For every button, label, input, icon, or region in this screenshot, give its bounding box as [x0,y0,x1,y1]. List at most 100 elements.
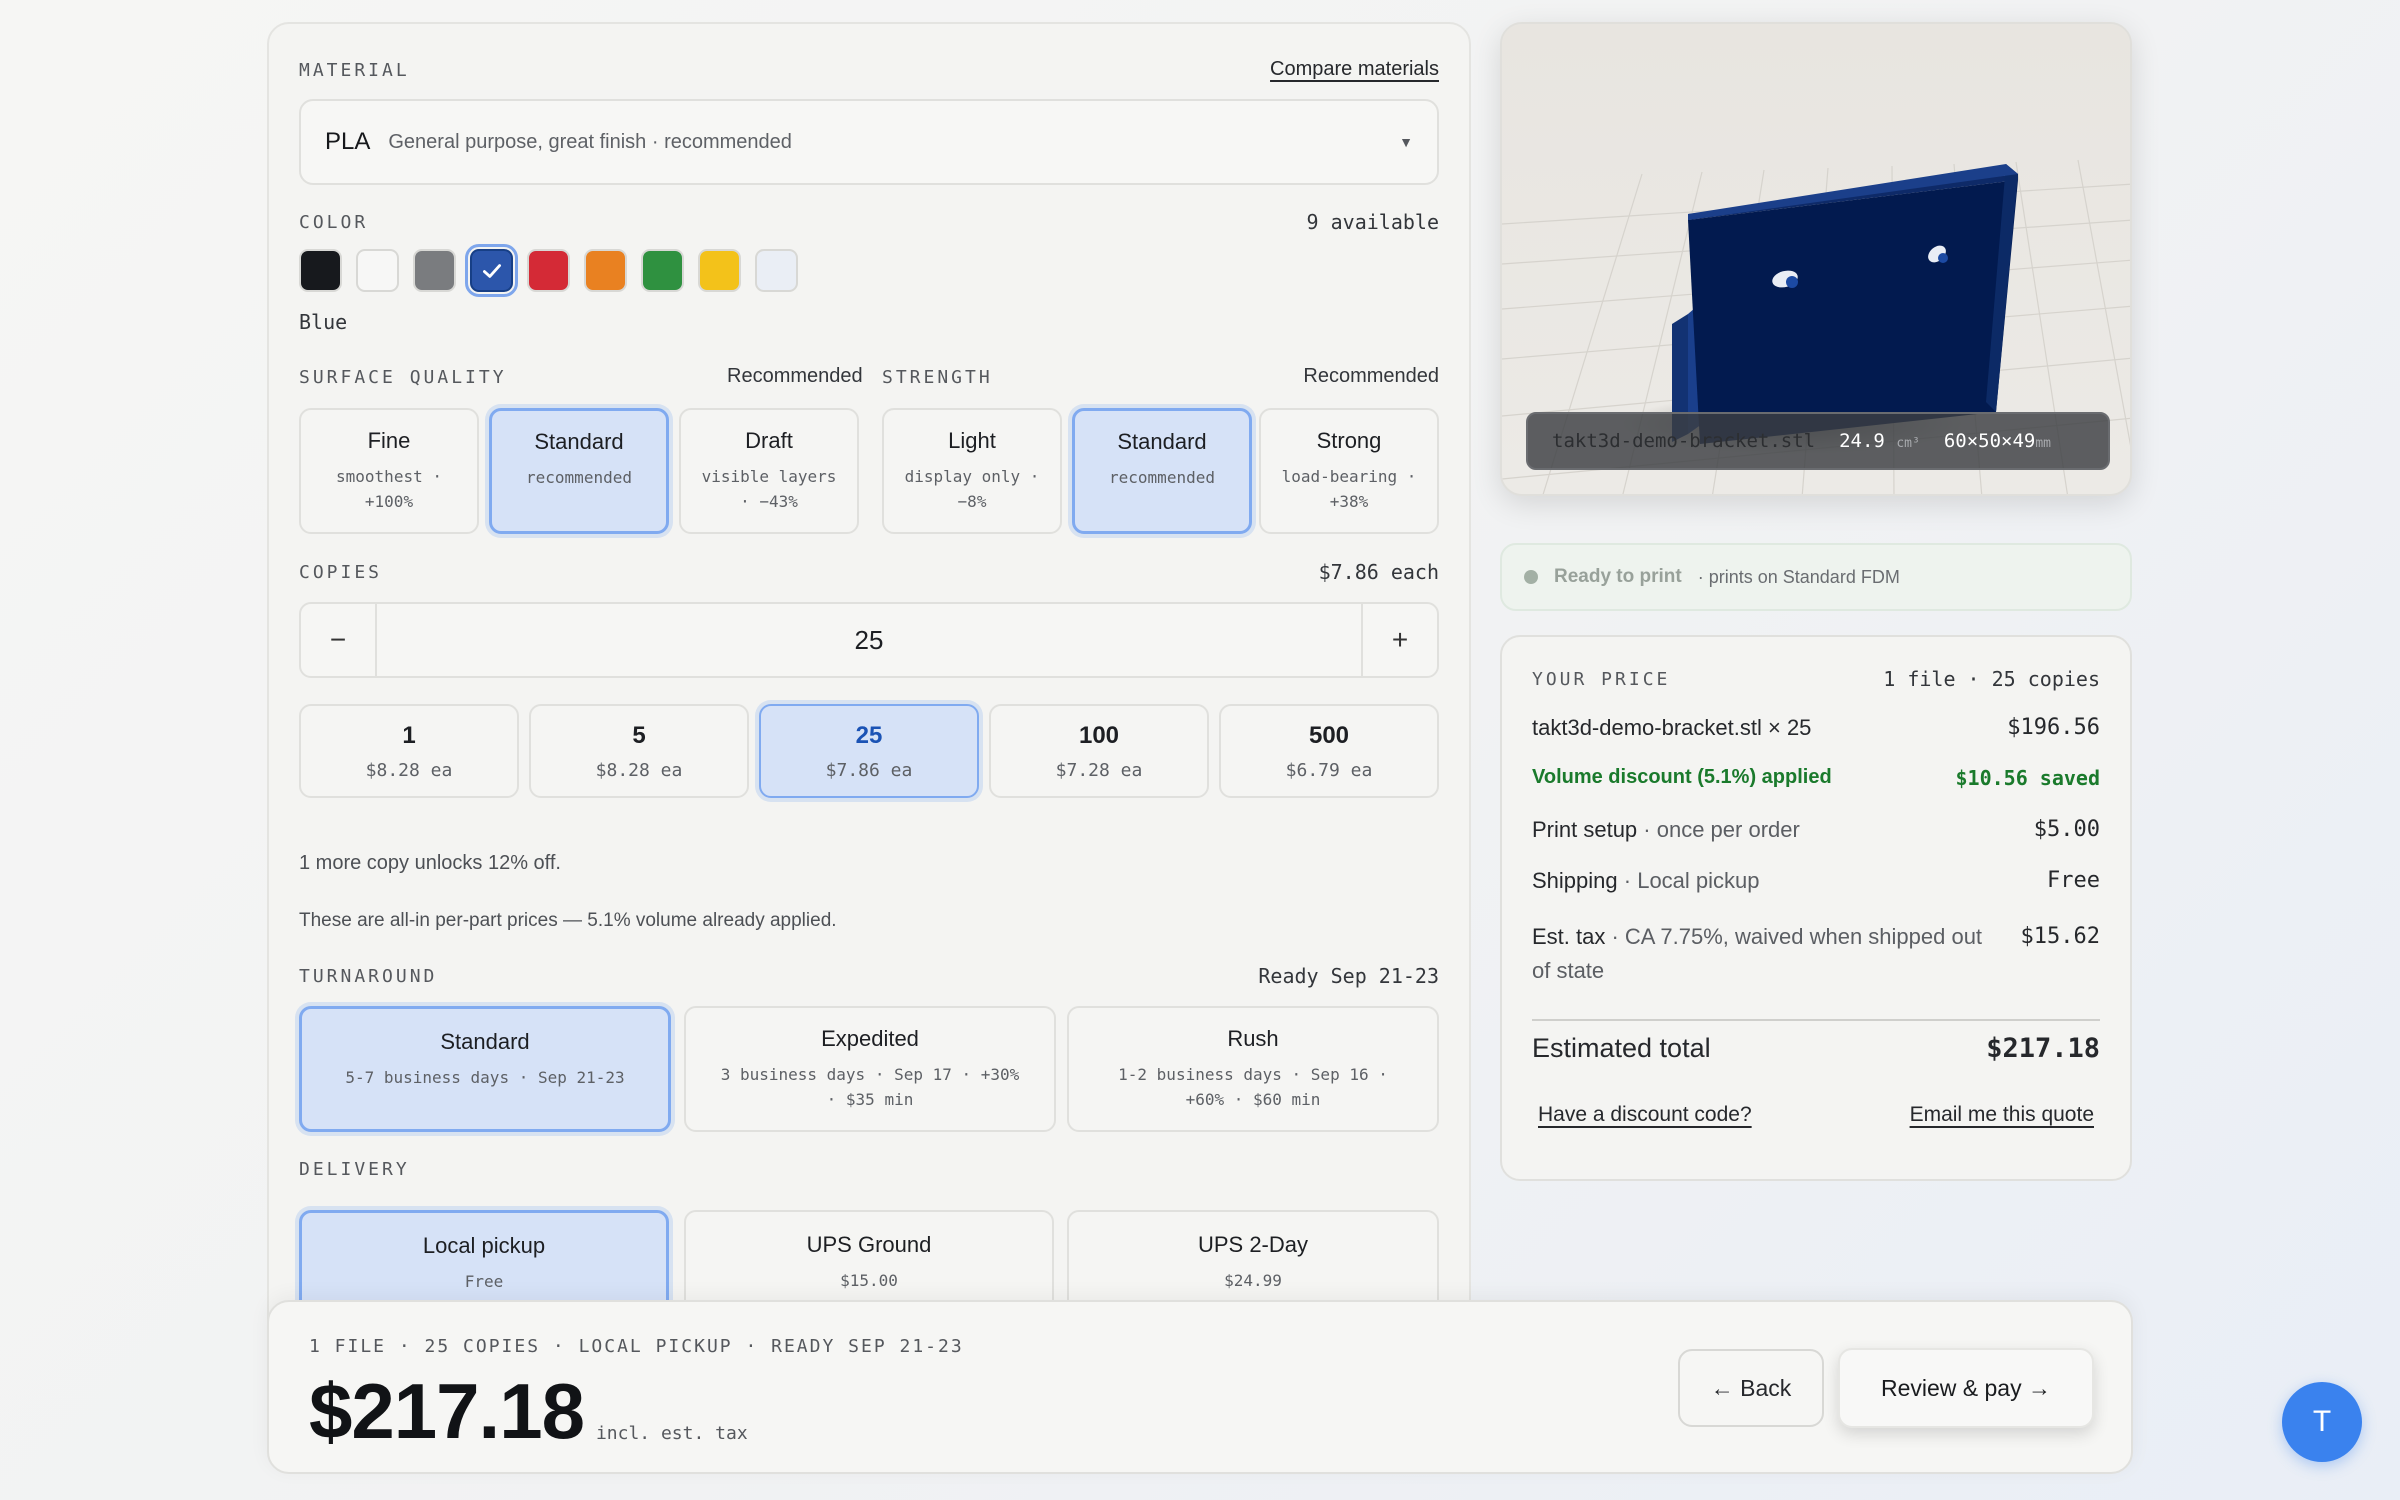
surface-quality-label: SURFACE QUALITY [299,367,507,388]
tier-price: $8.28 ea [365,760,453,781]
color-swatch[interactable] [465,244,518,297]
decrement-button[interactable]: − [301,604,377,676]
model-preview[interactable]: takt3d-demo-bracket.stl 24.9 cm³ 60×50×4… [1500,22,2132,496]
file-dimensions: 60×50×49mm [1943,430,2051,452]
quantity-tier-100[interactable]: 100 $7.28 ea [989,704,1209,798]
material-name: PLA [325,128,371,155]
option-subtitle: · $35 min [826,1090,914,1109]
footer-tax-note: incl. est. tax [595,1423,748,1444]
compare-materials-link[interactable]: Compare materials [1270,58,1439,81]
option-subtitle: display only · [904,467,1040,486]
strength-hint: Recommended [1303,365,1439,387]
back-button[interactable]: ← Back [1678,1349,1824,1427]
status-subtitle: · prints on Standard FDM [1697,566,1900,587]
turnaround-option-expedited[interactable]: Expedited 3 business days · Sep 17 · +30… [684,1006,1056,1132]
increment-button[interactable]: + [1361,604,1437,676]
option-title: Standard [440,1029,530,1054]
strength-option-light[interactable]: Light display only · −8% [882,408,1062,534]
tier-quantity: 25 [855,722,883,749]
option-title: Draft [745,428,793,453]
price-each: $7.86 each [1318,560,1439,584]
strength-option-standard[interactable]: Standard recommended [1072,408,1252,534]
option-subtitle: load-bearing · [1281,467,1417,486]
review-and-pay-button[interactable]: Review & pay → [1838,1348,2094,1428]
email-quote-link[interactable]: Email me this quote [1910,1103,2094,1127]
color-swatch[interactable] [641,249,684,292]
line-item-label: takt3d-demo-bracket.stl × 25 [1532,715,1812,740]
turnaround-option-rush[interactable]: Rush 1-2 business days · Sep 16 · +60% ·… [1067,1006,1439,1132]
colors-available-count: 9 available [1306,210,1439,234]
option-subtitle: · −43% [740,492,798,511]
color-swatch[interactable] [413,249,456,292]
option-title: Local pickup [422,1233,546,1258]
quantity-stepper: − 25 + [299,602,1439,678]
delivery-option-ups-ground[interactable]: UPS Ground $15.00 [684,1210,1054,1314]
file-info-chip: takt3d-demo-bracket.stl 24.9 cm³ 60×50×4… [1526,412,2110,470]
delivery-option-ups-2day[interactable]: UPS 2-Day $24.99 [1067,1210,1439,1314]
quantity-tier-5[interactable]: 5 $8.28 ea [529,704,749,798]
color-swatches [299,244,798,297]
option-title: Strong [1316,428,1382,453]
surface-option-draft[interactable]: Draft visible layers · −43% [679,408,859,534]
turnaround-option-standard[interactable]: Standard 5-7 business days · Sep 21-23 [299,1006,671,1132]
option-title: UPS 2-Day [1197,1232,1309,1257]
unlock-note: 1 more copy unlocks 12% off. [299,852,561,874]
option-subtitle: $15.00 [840,1271,898,1290]
checkout-bar: 1 FILE · 25 COPIES · LOCAL PICKUP · READ… [267,1300,2133,1474]
option-subtitle: +100% [364,492,414,511]
divider [1532,1019,2100,1021]
status-dot-icon [1524,570,1538,584]
price-summary-card: YOUR PRICE 1 file · 25 copies takt3d-dem… [1500,635,2132,1181]
file-volume: 24.9 cm³ [1839,430,1920,452]
shipping-label: Shipping · Local pickup [1532,868,1760,893]
color-swatch[interactable] [527,249,570,292]
delivery-option-local-pickup[interactable]: Local pickup Free [299,1210,669,1314]
option-title: Fine [367,428,411,453]
tier-quantity: 100 [1078,722,1120,749]
shipping-amount: Free [2047,868,2100,893]
status-title: Ready to print [1554,566,1682,587]
option-subtitle: +60% · $60 min [1185,1090,1321,1109]
tax-amount: $15.62 [2020,924,2100,949]
print-status-banner: Ready to print · prints on Standard FDM [1500,543,2132,611]
quantity-tier-500[interactable]: 500 $6.79 ea [1219,704,1439,798]
quantity-tier-25[interactable]: 25 $7.86 ea [759,704,979,798]
price-row-discount: Volume discount (5.1%) applied $10.56 sa… [1532,766,2100,790]
line-item-amount: $196.56 [2007,715,2100,740]
file-name: takt3d-demo-bracket.stl [1552,430,1816,452]
material-select[interactable]: PLA General purpose, great finish · reco… [299,99,1439,185]
option-subtitle: $24.99 [1224,1271,1282,1290]
surface-option-fine[interactable]: Fine smoothest · +100% [299,408,479,534]
option-subtitle: smoothest · [336,467,442,486]
material-label: MATERIAL [299,60,410,81]
configuration-panel: MATERIAL Compare materials PLA General p… [267,22,1471,1342]
check-icon [482,263,501,278]
avatar[interactable]: T [2282,1382,2362,1462]
color-swatch[interactable] [299,249,342,292]
option-title: UPS Ground [806,1232,932,1257]
quantity-value[interactable]: 25 [377,604,1361,676]
price-summary-count: 1 file · 25 copies [1883,667,2100,691]
tax-label: Est. tax · CA 7.75%, waived when shipped… [1532,924,1983,983]
tier-quantity: 500 [1308,722,1350,749]
color-swatch[interactable] [755,249,798,292]
option-subtitle: recommended [1109,468,1215,487]
footer-total: $217.18 [309,1367,585,1455]
price-row-total: Estimated total $217.18 [1532,1023,2100,1073]
color-swatch[interactable] [584,249,627,292]
quantity-tier-1[interactable]: 1 $8.28 ea [299,704,519,798]
delivery-label: DELIVERY [299,1159,410,1180]
surface-quality-hint: Recommended [727,365,863,387]
color-swatch[interactable] [356,249,399,292]
strength-option-strong[interactable]: Strong load-bearing · +38% [1259,408,1439,534]
option-subtitle: visible layers [701,467,837,486]
discount-code-link[interactable]: Have a discount code? [1538,1103,1752,1127]
option-title: Light [948,428,996,453]
turnaround-ready-date: Ready Sep 21-23 [1258,964,1439,988]
option-subtitle: Free [464,1272,504,1291]
option-title: Expedited [821,1026,919,1051]
tier-quantity: 5 [632,722,646,749]
color-swatch[interactable] [698,249,741,292]
price-row-tax: Est. tax · CA 7.75%, waived when shipped… [1532,920,2100,988]
surface-option-standard[interactable]: Standard recommended [489,408,669,534]
